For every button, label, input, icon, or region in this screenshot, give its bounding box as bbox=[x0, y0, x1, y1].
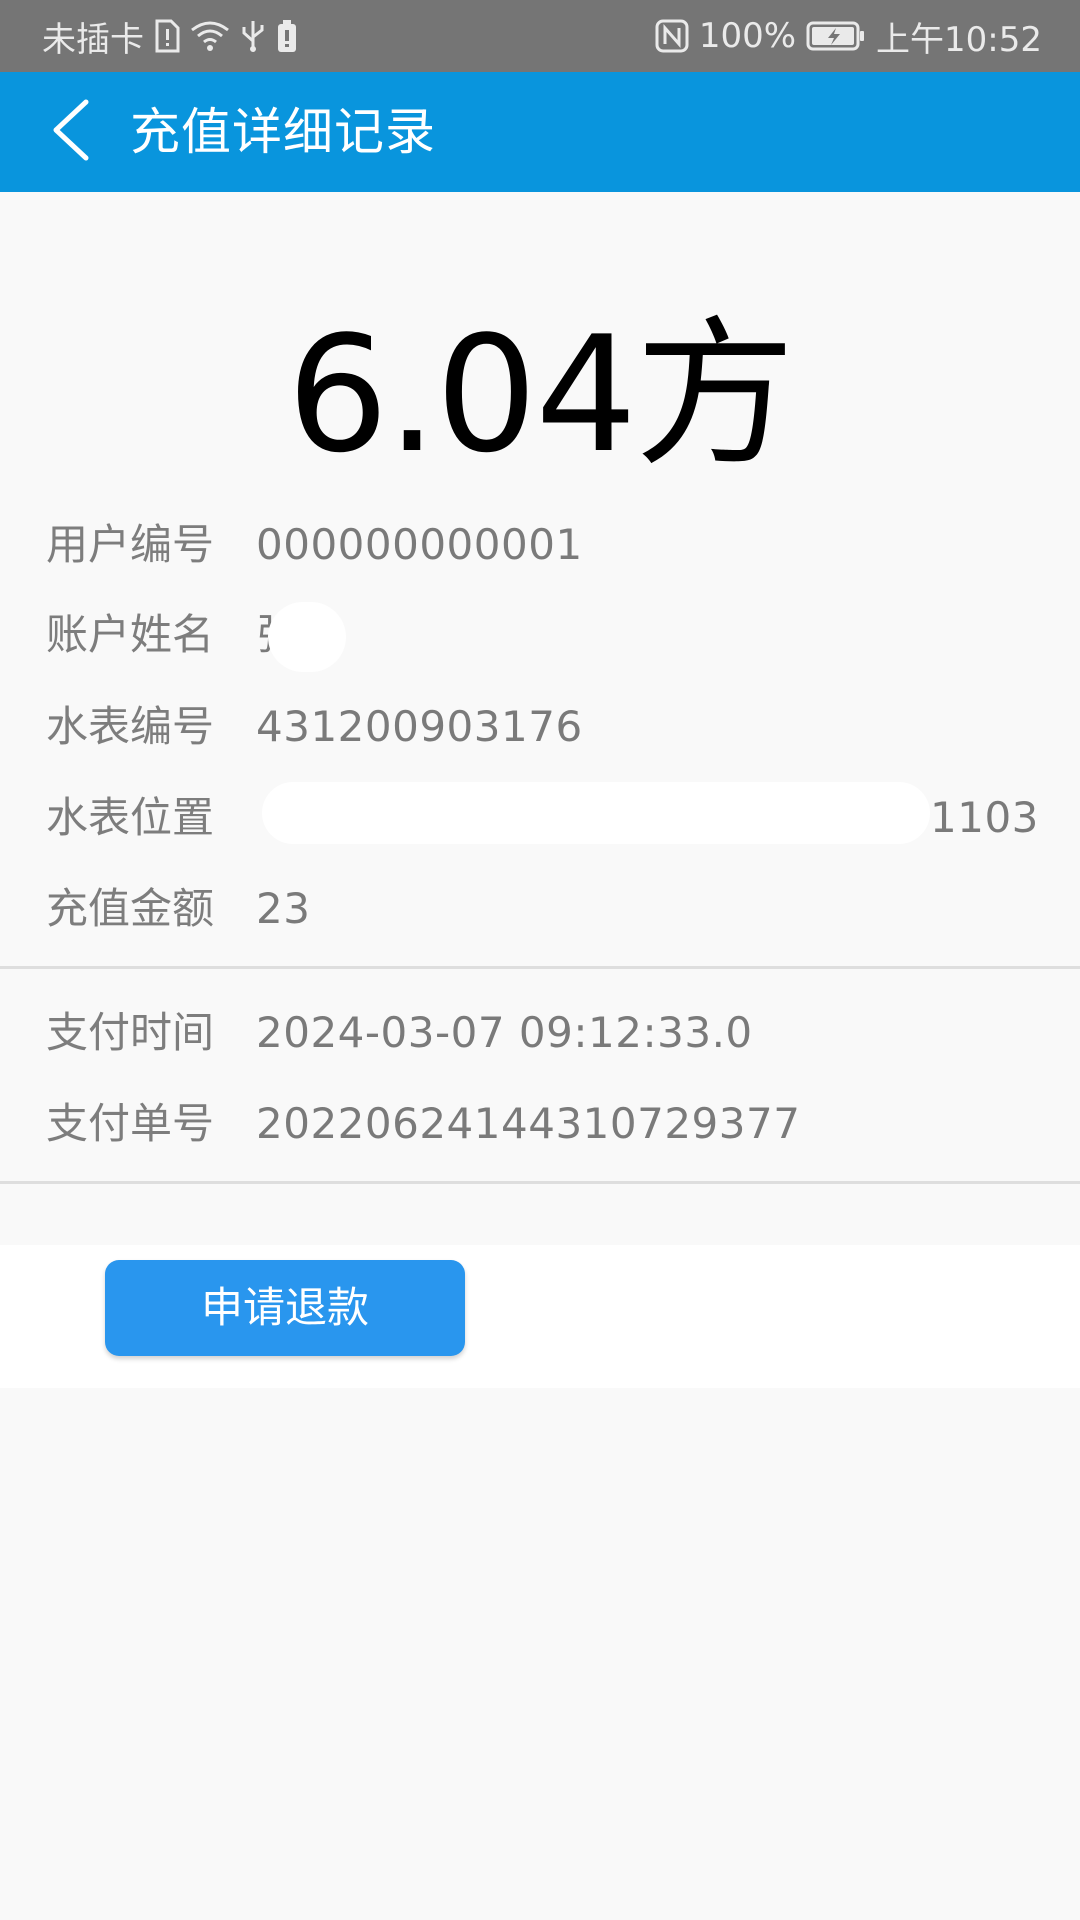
meter-id-value: 431200903176 bbox=[256, 702, 583, 751]
battery-percent: 100% bbox=[698, 16, 797, 56]
status-left: 未插卡 bbox=[42, 0, 298, 72]
meter-location-redaction bbox=[262, 782, 930, 844]
user-id-label: 用户编号 bbox=[46, 520, 215, 569]
divider-bottom bbox=[0, 1181, 1080, 1184]
meter-location-label: 水表位置 bbox=[46, 793, 215, 842]
recharge-amount-label: 充值金额 bbox=[46, 884, 215, 933]
recharge-amount-row: 充值金额 23 bbox=[46, 879, 310, 939]
meter-id-label: 水表编号 bbox=[46, 702, 215, 751]
pay-time-value: 2024-03-07 09:12:33.0 bbox=[256, 1008, 753, 1057]
nfc-icon bbox=[655, 19, 689, 53]
divider-top bbox=[0, 966, 1080, 969]
meter-location-row: 水表位置 bbox=[46, 788, 256, 848]
order-no-row: 支付单号 20220624144310729377 bbox=[46, 1094, 800, 1154]
status-right: 100% 上午10:52 bbox=[655, 0, 1042, 72]
order-no-value: 20220624144310729377 bbox=[256, 1099, 801, 1148]
recharge-amount-value: 23 bbox=[256, 884, 311, 933]
action-panel: 申请退款 bbox=[0, 1245, 1080, 1388]
page-title: 充值详细记录 bbox=[130, 103, 436, 161]
refund-button[interactable]: 申请退款 bbox=[105, 1260, 465, 1356]
status-bar: 未插卡 100% 上午10:52 bbox=[0, 0, 1080, 72]
meter-id-row: 水表编号 431200903176 bbox=[46, 697, 583, 757]
order-no-label: 支付单号 bbox=[46, 1099, 215, 1148]
meter-location-value-row: 1103 bbox=[930, 788, 1039, 848]
account-name-redaction bbox=[268, 602, 346, 672]
water-amount: 6.04方 bbox=[286, 301, 795, 488]
user-id-row: 用户编号 000000000001 bbox=[46, 515, 583, 575]
pay-time-row: 支付时间 2024-03-07 09:12:33.0 bbox=[46, 1003, 753, 1063]
wifi-icon bbox=[190, 20, 230, 52]
battery-small-icon bbox=[276, 19, 298, 53]
pay-time-label: 支付时间 bbox=[46, 1008, 215, 1057]
toolbar: 充值详细记录 bbox=[0, 72, 1080, 192]
battery-charging-icon bbox=[806, 20, 866, 52]
carrier-label: 未插卡 bbox=[42, 19, 144, 60]
sim-alert-icon bbox=[154, 19, 180, 53]
account-name-row: 账户姓名张 bbox=[46, 605, 299, 665]
usb-icon bbox=[240, 19, 266, 53]
clock: 上午10:52 bbox=[876, 19, 1042, 60]
account-name-label: 账户姓名 bbox=[46, 610, 215, 659]
user-id-value: 000000000001 bbox=[256, 520, 583, 569]
meter-location-value: 1103 bbox=[930, 793, 1039, 842]
chevron-left-icon bbox=[48, 98, 92, 166]
back-button[interactable] bbox=[30, 92, 110, 172]
